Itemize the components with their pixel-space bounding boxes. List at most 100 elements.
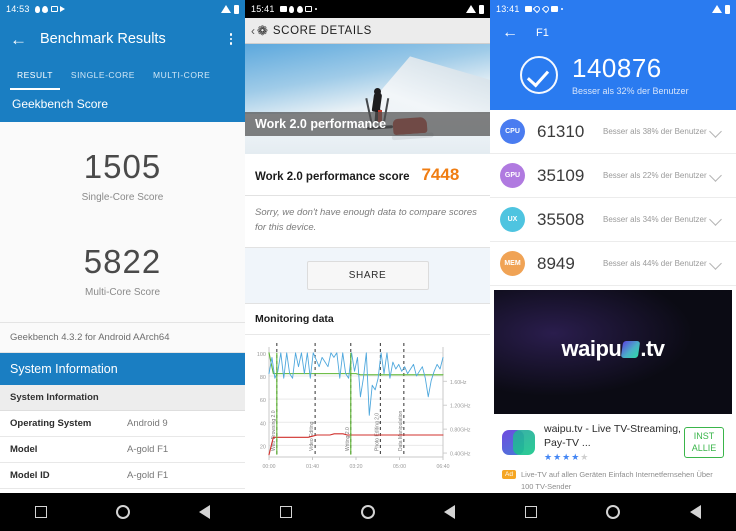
score-percentile: Besser als 22% der Benutzer: [603, 170, 707, 180]
tab-single-core[interactable]: SINGLE-CORE: [62, 60, 144, 90]
send-icon: [60, 6, 66, 12]
battery-icon: [479, 4, 484, 14]
row-key: Model: [10, 444, 38, 455]
score-value: 61310: [537, 121, 585, 141]
status-right-icons: [712, 4, 730, 14]
svg-text:40: 40: [260, 422, 266, 428]
panel-antutu: 13:41 ← F1 140876 Besser als 32% der Ben…: [490, 0, 736, 531]
svg-text:Photo Editing 2.0: Photo Editing 2.0: [374, 413, 380, 451]
row-key: Model ID: [10, 470, 50, 481]
heart-icon: [532, 4, 542, 14]
svg-text:Data Manipulation: Data Manipulation: [398, 411, 404, 452]
list-item[interactable]: GPU 35109 Besser als 22% der Benutzer: [490, 154, 736, 198]
overflow-menu-icon[interactable]: [227, 30, 236, 48]
back-arrow-icon[interactable]: ←: [502, 24, 518, 42]
svg-text:06:40: 06:40: [437, 464, 450, 470]
install-button[interactable]: INST ALLIE: [684, 427, 724, 458]
single-core-score-value: 1505: [83, 148, 162, 185]
row-value: A-gold F1: [127, 470, 169, 481]
stars-filled: ★★★★: [544, 452, 581, 463]
svg-text:00:00: 00:00: [263, 464, 276, 470]
share-button[interactable]: SHARE: [306, 261, 429, 291]
tab-result[interactable]: RESULT: [8, 60, 62, 90]
waipu-logo-text: waipu: [561, 336, 622, 361]
tab-multi-core[interactable]: MULTI-CORE: [144, 60, 219, 90]
mem-badge-icon: MEM: [500, 251, 525, 276]
triangle-back-icon[interactable]: [444, 505, 456, 519]
geekbench-tabs: RESULT SINGLE-CORE MULTI-CORE: [0, 60, 245, 90]
geekbench-app-bar: ← Benchmark Results: [0, 18, 245, 60]
chevron-down-icon[interactable]: [709, 213, 722, 226]
svg-text:1.20GHz: 1.20GHz: [450, 404, 471, 410]
list-item[interactable]: MEM 8949 Besser als 44% der Benutzer: [490, 242, 736, 286]
work-score-label: Work 2.0 performance score: [255, 171, 410, 183]
dot-icon: [289, 5, 295, 13]
triangle-back-icon[interactable]: [690, 505, 702, 519]
status-right-icons: [466, 4, 484, 14]
back-arrow-icon[interactable]: ←: [10, 31, 32, 48]
table-row: Model A-gold F1: [0, 437, 245, 463]
ad-title: waipu.tv - Live TV-Streaming, Pay-TV ...: [544, 423, 681, 450]
check-circle-icon: [520, 55, 558, 94]
circle-icon[interactable]: [606, 505, 621, 519]
square-icon[interactable]: [524, 506, 537, 518]
row-value: A-gold F1: [127, 444, 169, 455]
status-time: 14:53: [6, 4, 30, 14]
svg-text:60: 60: [260, 398, 266, 404]
status-icons: [524, 4, 564, 14]
single-core-score-label: Single-Core Score: [81, 192, 164, 203]
cpu-badge-icon: CPU: [500, 119, 525, 144]
wifi-icon: [221, 5, 231, 13]
work-score-row: Work 2.0 performance score 7448: [245, 154, 490, 196]
three-phone-screenshots: 14:53 ← Benchmark Results RESULT SINGLE-…: [0, 0, 736, 531]
advertisement[interactable]: waipu .tv waipu.tv - Live TV-Streaming, P…: [490, 286, 736, 498]
svg-text:0.40GHz: 0.40GHz: [450, 452, 471, 458]
chevron-down-icon[interactable]: [709, 125, 722, 138]
heart-icon: [541, 4, 550, 14]
back-chevron-icon[interactable]: ‹: [251, 24, 255, 38]
waipu-logo: waipu .tv: [494, 336, 732, 362]
monitoring-chart: 100 80 60 40 20 1.60Hz 1.20GHz 0.80GHz 0.40GHz 00…: [245, 335, 490, 501]
status-bar-1: 14:53: [0, 0, 245, 18]
total-score-value: 140876: [572, 53, 662, 83]
ad-info-row: waipu.tv - Live TV-Streaming, Pay-TV ...…: [494, 414, 732, 467]
score-percentile: Besser als 38% der Benutzer: [603, 126, 707, 136]
monitoring-data-title: Monitoring data: [245, 304, 490, 336]
svg-text:05:00: 05:00: [393, 464, 406, 470]
square-icon[interactable]: [34, 506, 47, 518]
app-icon: [502, 428, 536, 458]
geekbench-version-text: Geekbench 4.3.2 for Android AArch64: [0, 322, 245, 353]
list-item[interactable]: CPU 61310 Besser als 38% der Benutzer: [490, 110, 736, 154]
triangle-back-icon[interactable]: [199, 505, 211, 519]
total-score-row: 140876 Besser als 32% der Benutzer: [490, 48, 736, 96]
square-icon[interactable]: [279, 506, 292, 518]
android-nav-bar: [0, 493, 245, 531]
circle-icon[interactable]: [115, 505, 130, 519]
device-name: F1: [536, 27, 549, 39]
photo-icon: [551, 6, 559, 12]
svg-text:0.80GHz: 0.80GHz: [450, 428, 471, 434]
circle-icon[interactable]: [360, 505, 375, 519]
svg-text:80: 80: [260, 375, 266, 381]
ad-text-block: waipu.tv - Live TV-Streaming, Pay-TV ...…: [544, 422, 684, 463]
svg-text:Writing 2.0: Writing 2.0: [345, 427, 351, 451]
list-item[interactable]: UX 35508 Besser als 34% der Benutzer: [490, 198, 736, 242]
geekbench-body: 1505 Single-Core Score 5822 Multi-Core S…: [0, 122, 245, 531]
ad-banner-image[interactable]: waipu .tv: [494, 290, 732, 414]
status-right-icons: [221, 4, 239, 14]
dot-small-icon: [560, 7, 564, 11]
location-pin-icon: [42, 5, 49, 13]
location-pin-icon: [296, 5, 303, 13]
system-information-section-header: System Information: [0, 353, 245, 385]
battery-icon: [725, 4, 730, 14]
system-information-table-header: System Information: [0, 385, 245, 411]
android-nav-bar: [245, 493, 490, 531]
status-icons: [34, 5, 66, 13]
monitoring-chart-svg: 100 80 60 40 20 1.60Hz 1.20GHz 0.80GHz 0.40GHz 00…: [257, 343, 471, 470]
android-nav-bar: [490, 493, 736, 531]
antutu-header: ← F1 140876 Besser als 32% der Benutzer: [490, 18, 736, 110]
status-icons: [279, 5, 318, 13]
chevron-down-icon[interactable]: [709, 257, 722, 270]
svg-text:03:20: 03:20: [350, 464, 363, 470]
chevron-down-icon[interactable]: [709, 169, 722, 182]
